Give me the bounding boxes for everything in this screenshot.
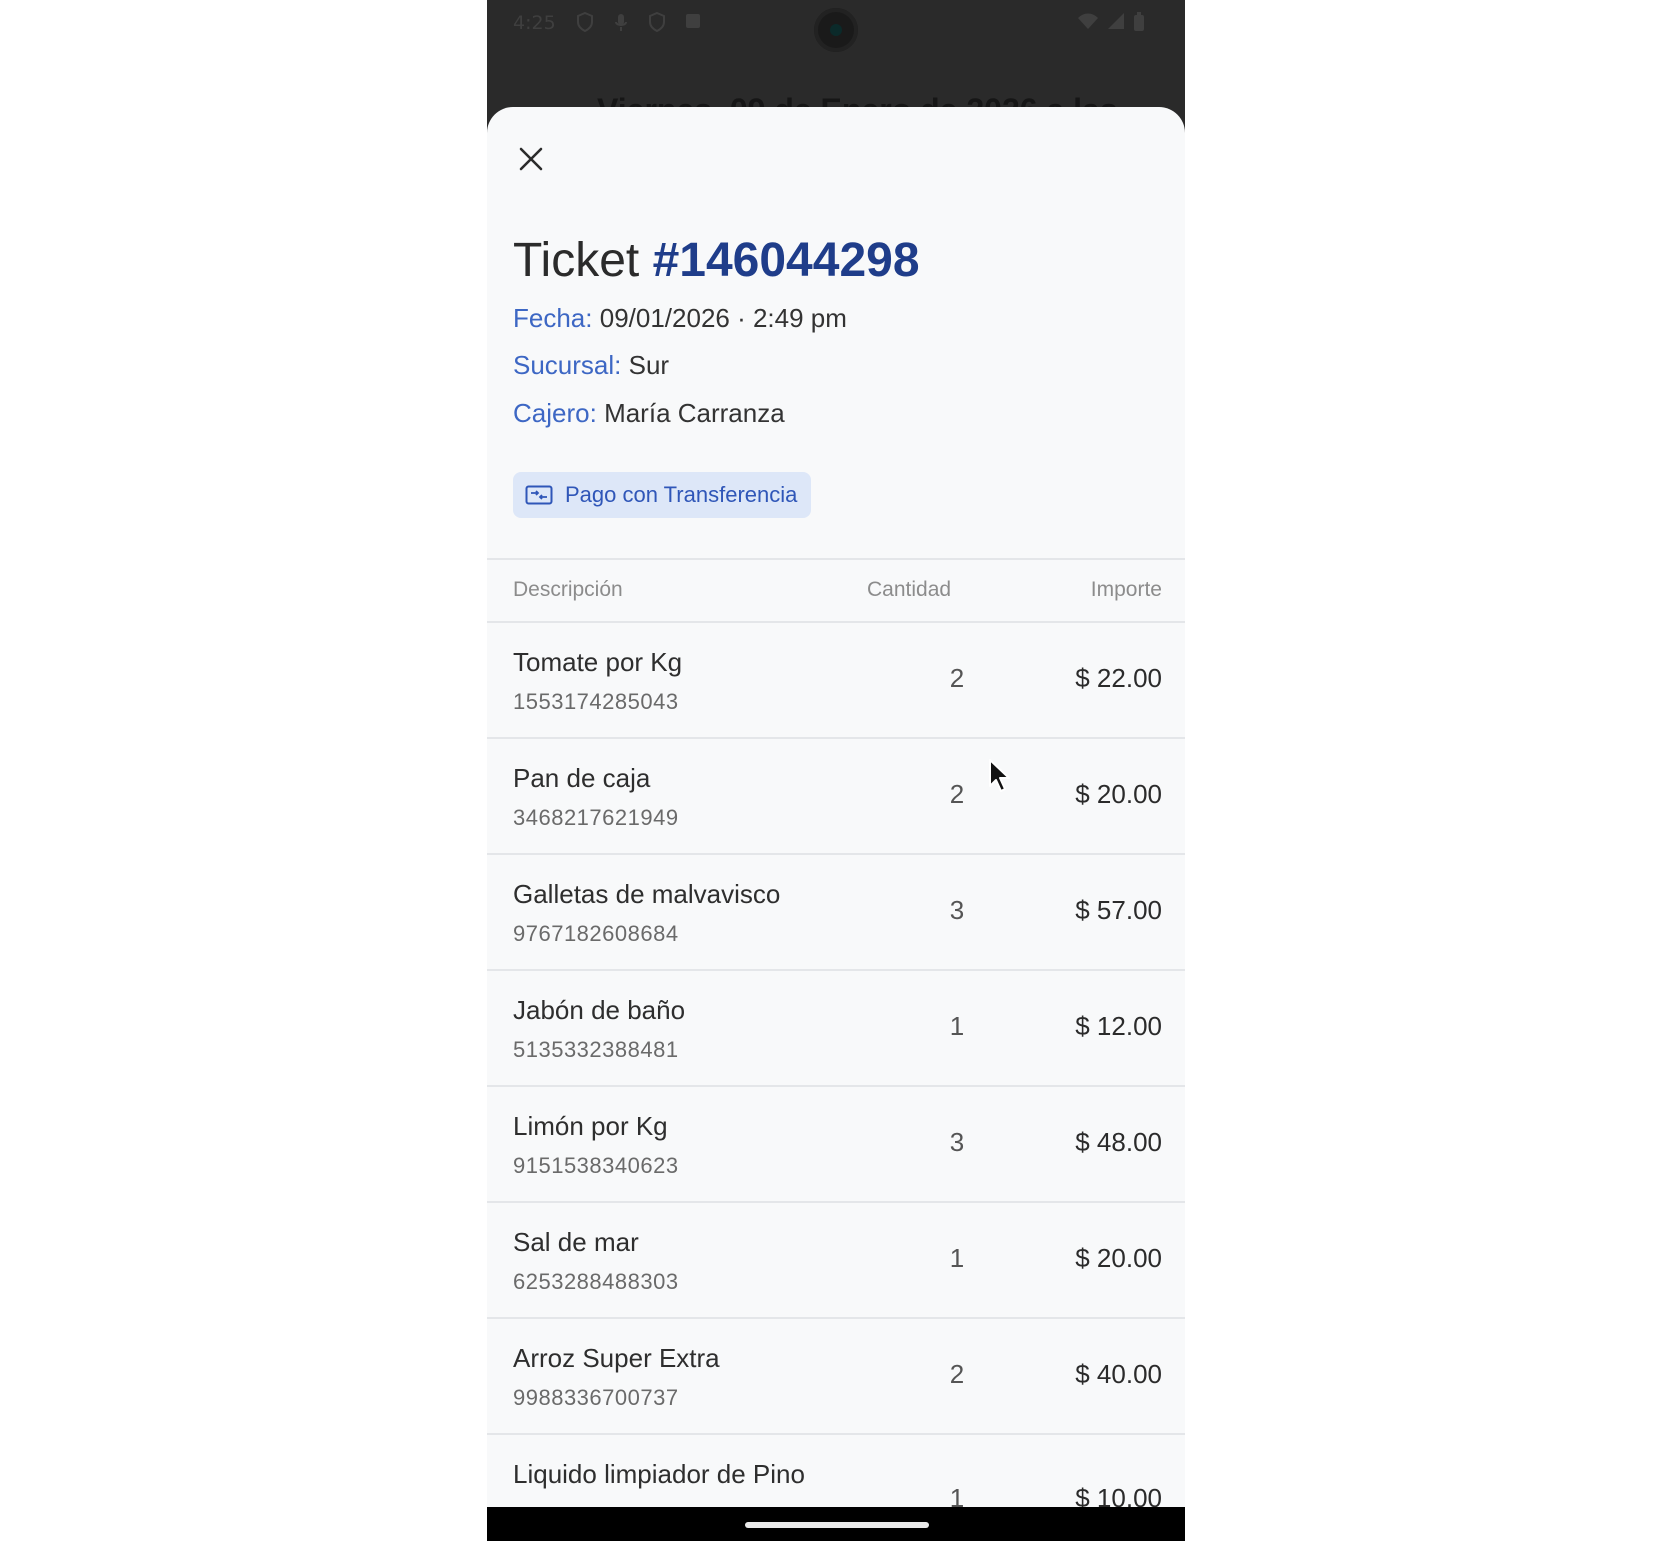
item-code: 6253288488303	[513, 1269, 679, 1294]
item-name: Arroz Super Extra	[513, 1343, 720, 1373]
phone-screen: 4:25 Vie	[487, 0, 1185, 1541]
wifi-icon	[1077, 12, 1099, 37]
ticket-bottom-sheet: Ticket #146044298 Fecha: 09/01/2026 · 2:…	[487, 107, 1185, 1513]
item-name: Pan de caja	[513, 763, 651, 793]
item-amount: $ 12.00	[1075, 1011, 1162, 1041]
cajero-label: Cajero:	[513, 398, 597, 428]
item-code: 9988336700737	[513, 1385, 679, 1410]
item-code: 5135332388481	[513, 1037, 679, 1062]
sucursal-row: Sucursal: Sur	[513, 350, 669, 381]
item-code: 1553174285043	[513, 689, 679, 714]
column-header-description: Descripción	[513, 578, 623, 601]
item-amount: $ 20.00	[1075, 779, 1162, 809]
item-name: Sal de mar	[513, 1227, 639, 1257]
signal-icon	[1107, 12, 1125, 37]
table-row[interactable]: Jabón de baño 5135332388481 1 $ 12.00	[487, 971, 1185, 1087]
table-row[interactable]: Arroz Super Extra 9988336700737 2 $ 40.0…	[487, 1319, 1185, 1435]
item-quantity: 3	[949, 895, 965, 925]
status-bar: 4:25	[487, 0, 1185, 52]
item-code: 9767182608684	[513, 921, 679, 946]
sucursal-value: Sur	[628, 350, 670, 380]
vpn-icon	[575, 11, 595, 33]
front-camera	[814, 8, 858, 52]
fecha-value: 09/01/2026 · 2:49 pm	[599, 303, 847, 333]
status-icons-right	[1077, 12, 1145, 37]
table-row[interactable]: Pan de caja 3468217621949 2 $ 20.00	[487, 739, 1185, 855]
cajero-row: Cajero: María Carranza	[513, 398, 785, 429]
transfer-icon	[525, 485, 553, 505]
item-amount: $ 20.00	[1075, 1243, 1162, 1273]
item-name: Galletas de malvavisco	[513, 879, 781, 909]
table-row[interactable]: Tomate por Kg 1553174285043 2 $ 22.00	[487, 623, 1185, 739]
home-gesture-handle[interactable]	[745, 1522, 929, 1528]
item-amount: $ 48.00	[1075, 1127, 1162, 1157]
item-name: Tomate por Kg	[513, 647, 683, 677]
fecha-row: Fecha: 09/01/2026 · 2:49 pm	[513, 303, 847, 334]
mic-icon	[611, 12, 631, 32]
close-button[interactable]	[509, 137, 553, 181]
cajero-value: María Carranza	[604, 398, 785, 428]
item-name: Liquido limpiador de Pino	[513, 1459, 805, 1489]
payment-method-chip: Pago con Transferencia	[513, 472, 812, 518]
item-amount: $ 22.00	[1075, 663, 1162, 693]
item-code: 9151538340623	[513, 1153, 679, 1178]
ticket-title-prefix: Ticket	[513, 234, 640, 287]
sucursal-label: Sucursal:	[513, 350, 622, 380]
status-time: 4:25	[513, 12, 556, 34]
table-row[interactable]: Limón por Kg 9151538340623 3 $ 48.00	[487, 1087, 1185, 1203]
header-divider-top	[487, 558, 1185, 560]
column-header-amount: Importe	[1090, 578, 1162, 601]
shield-icon	[647, 11, 667, 33]
mouse-cursor-icon	[989, 759, 1010, 792]
ticket-number: #146044298	[652, 234, 920, 287]
status-icons-left	[575, 11, 703, 33]
close-icon	[519, 147, 543, 171]
item-code: 3468217621949	[513, 805, 679, 830]
table-row[interactable]: Sal de mar 6253288488303 1 $ 20.00	[487, 1203, 1185, 1319]
media-icon	[683, 12, 703, 32]
item-quantity: 1	[949, 1011, 965, 1041]
item-quantity: 2	[949, 779, 965, 809]
item-amount: $ 40.00	[1075, 1359, 1162, 1389]
item-quantity: 1	[949, 1243, 965, 1273]
item-quantity: 3	[949, 1127, 965, 1157]
fecha-label: Fecha:	[513, 303, 593, 333]
item-name: Jabón de baño	[513, 995, 686, 1025]
payment-method-label: Pago con Transferencia	[565, 482, 798, 507]
item-amount: $ 57.00	[1075, 895, 1162, 925]
ticket-title: Ticket #146044298	[513, 233, 920, 288]
table-row[interactable]: Galletas de malvavisco 9767182608684 3 $…	[487, 855, 1185, 971]
item-quantity: 2	[949, 1359, 965, 1389]
item-name: Limón por Kg	[513, 1111, 668, 1141]
column-header-quantity: Cantidad	[867, 578, 952, 601]
item-quantity: 2	[949, 663, 965, 693]
battery-icon	[1133, 12, 1145, 37]
gesture-nav-bar	[487, 1507, 1185, 1541]
